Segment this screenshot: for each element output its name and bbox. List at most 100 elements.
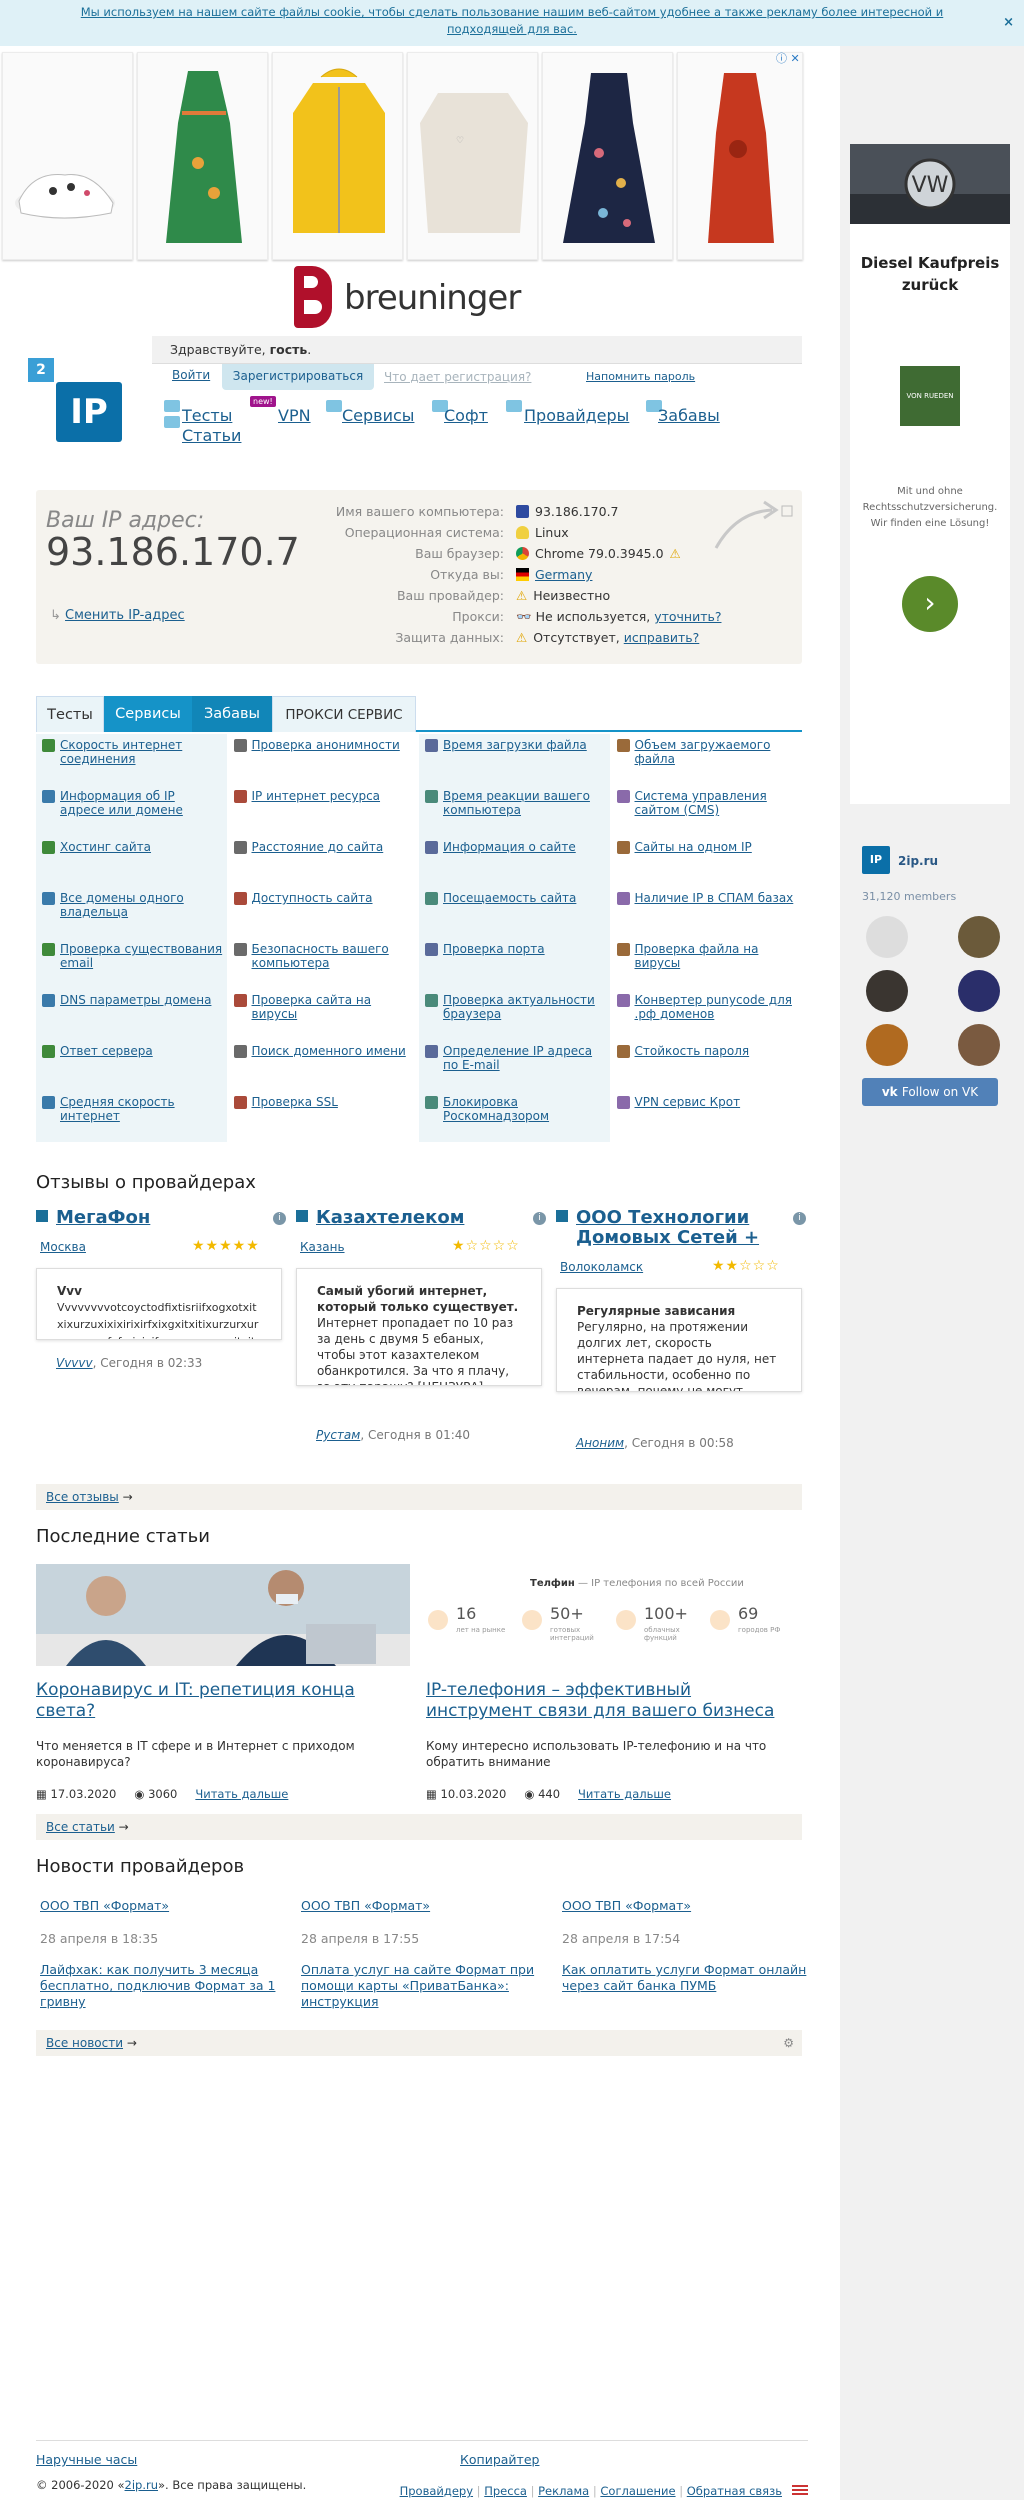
vk-member-avatar[interactable]	[866, 1024, 908, 1066]
nav-services[interactable]: Сервисы	[342, 406, 414, 425]
change-ip[interactable]: ↳ Сменить IP-адрес	[50, 608, 185, 623]
vk-member-avatar[interactable]	[958, 970, 1000, 1012]
provider-city-link[interactable]: Казань	[300, 1240, 345, 1254]
tool-link[interactable]: Проверка порта	[443, 942, 545, 956]
review-bubble[interactable]: Регулярные зависания Регулярно, на протя…	[556, 1288, 802, 1392]
tool-cell[interactable]: Проверка SSL	[227, 1091, 419, 1142]
vk-member-avatar[interactable]	[958, 916, 1000, 958]
tool-link[interactable]: Время загрузки файла	[443, 738, 587, 752]
vk-group-avatar[interactable]: IP	[862, 846, 890, 874]
tool-cell[interactable]: Проверка сайта на вирусы	[227, 989, 419, 1040]
share-arrow-icon[interactable]	[706, 498, 796, 558]
vk-group-name[interactable]: 2ip.ru	[898, 854, 938, 868]
tool-cell[interactable]: Стойкость пароля	[610, 1040, 802, 1091]
ad-product-red-dress[interactable]	[677, 52, 803, 260]
tool-cell[interactable]: Конвертер punycode для .рф доменов	[610, 989, 802, 1040]
tool-link[interactable]: Поиск доменного имени	[252, 1044, 406, 1058]
tool-link[interactable]: Посещаемость сайта	[443, 891, 576, 905]
site-link[interactable]: 2ip.ru	[125, 2478, 158, 2492]
nav-soft[interactable]: Софт	[444, 406, 488, 425]
provider-city-link[interactable]: Волоколамск	[560, 1260, 643, 1274]
register-button[interactable]: Зарегистрироваться	[222, 364, 374, 390]
tool-cell[interactable]: Ответ сервера	[36, 1040, 227, 1091]
settings-icon[interactable]: ⚙	[783, 2030, 794, 2056]
change-ip-link[interactable]: Сменить IP-адрес	[65, 608, 185, 623]
tool-link[interactable]: Сайты на одном IP	[635, 840, 752, 854]
tool-cell[interactable]: Время реакции вашего компьютера	[419, 785, 610, 836]
tool-cell[interactable]: Проверка порта	[419, 938, 610, 989]
tool-cell[interactable]: Определение IP адреса по E-mail	[419, 1040, 610, 1091]
news-provider-link[interactable]: ООО ТВП «Формат»	[301, 1898, 551, 1913]
tool-cell[interactable]: Информация об IP адресе или домене	[36, 785, 227, 836]
article-image-coronavirus[interactable]	[36, 1564, 410, 1666]
tool-link[interactable]: IP интернет ресурса	[252, 789, 381, 803]
tool-cell[interactable]: Безопасность вашего компьютера	[227, 938, 419, 989]
tool-cell[interactable]: Информация о сайте	[419, 836, 610, 887]
all-articles-link[interactable]: Все статьи	[46, 1820, 115, 1834]
tool-cell[interactable]: Проверка анонимности	[227, 734, 419, 785]
tool-link[interactable]: Блокировка Роскомнадзором	[443, 1095, 549, 1123]
login-link[interactable]: Войти	[172, 368, 210, 382]
vk-member-avatar[interactable]	[866, 970, 908, 1012]
info-icon[interactable]: i	[273, 1212, 286, 1225]
tool-link[interactable]: Ответ сервера	[60, 1044, 153, 1058]
tool-cell[interactable]: Поиск доменного имени	[227, 1040, 419, 1091]
tool-cell[interactable]: Проверка файла на вирусы	[610, 938, 802, 989]
tool-cell[interactable]: Наличие IP в СПАМ базах	[610, 887, 802, 938]
site-logo[interactable]: 2 IP	[28, 352, 126, 442]
ad-product-yellow-jacket[interactable]	[272, 52, 403, 260]
nav-vpn[interactable]: VPN	[278, 406, 311, 425]
vk-member-avatar[interactable]	[866, 916, 908, 958]
news-link[interactable]: Как оплатить услуги Формат онлайн через …	[562, 1962, 812, 1994]
read-more-link[interactable]: Читать дальше	[578, 1787, 671, 1801]
read-more-link[interactable]: Читать дальше	[195, 1787, 288, 1801]
tool-link[interactable]: Проверка файла на вирусы	[635, 942, 759, 970]
review-bubble[interactable]: Самый убогий интернет, который только су…	[296, 1268, 542, 1386]
tool-cell[interactable]: DNS параметры домена	[36, 989, 227, 1040]
close-icon[interactable]: ×	[1003, 14, 1014, 31]
ad-product-sneaker[interactable]	[2, 52, 133, 260]
author-link[interactable]: Рустам	[316, 1428, 360, 1442]
tool-cell[interactable]: IP интернет ресурса	[227, 785, 419, 836]
tool-cell[interactable]: Расстояние до сайта	[227, 836, 419, 887]
tool-cell[interactable]: Все домены одного владельца	[36, 887, 227, 938]
tool-cell[interactable]: Время загрузки файла	[419, 734, 610, 785]
tool-link[interactable]: Скорость интернет соединения	[60, 738, 182, 766]
why-register-link[interactable]: Что дает регистрация?	[384, 370, 531, 384]
tool-link[interactable]: VPN сервис Крот	[635, 1095, 741, 1109]
info-icon[interactable]: i	[793, 1212, 806, 1225]
tool-cell[interactable]: Хостинг сайта	[36, 836, 227, 887]
info-icon[interactable]: i	[533, 1212, 546, 1225]
tab-proxy-service[interactable]: ПРОКСИ СЕРВИС	[272, 696, 416, 732]
tool-link[interactable]: Конвертер punycode для .рф доменов	[635, 993, 792, 1021]
flag-usa-icon[interactable]	[792, 2485, 808, 2496]
tool-cell[interactable]: Блокировка Роскомнадзором	[419, 1091, 610, 1142]
tool-cell[interactable]: Система управления сайтом (CMS)	[610, 785, 802, 836]
tool-cell[interactable]: Доступность сайта	[227, 887, 419, 938]
tool-link[interactable]: Хостинг сайта	[60, 840, 151, 854]
tool-link[interactable]: Объем загружаемого файла	[635, 738, 771, 766]
article-title-link[interactable]: IP-телефония – эффективный инструмент св…	[426, 1680, 774, 1721]
tab-tests[interactable]: Тесты	[36, 696, 104, 732]
nav-fun[interactable]: Забавы	[658, 406, 720, 425]
author-link[interactable]: Vvvvv	[56, 1356, 93, 1370]
provider-name-link[interactable]: МегаФон	[56, 1208, 150, 1228]
tool-link[interactable]: Стойкость пароля	[635, 1044, 750, 1058]
tool-cell[interactable]: Скорость интернет соединения	[36, 734, 227, 785]
provider-city-link[interactable]: Москва	[40, 1240, 86, 1254]
tool-link[interactable]: Все домены одного владельца	[60, 891, 184, 919]
provider-name-link[interactable]: ООО Технологии Домовых Сетей +	[576, 1208, 776, 1248]
remind-password-link[interactable]: Напомнить пароль	[586, 370, 695, 383]
article-title-link[interactable]: Коронавирус и IT: репетиция конца света?	[36, 1680, 355, 1721]
cookie-text[interactable]: Мы используем на нашем сайте файлы cooki…	[81, 5, 944, 36]
protection-fix-link[interactable]: исправить?	[624, 630, 700, 645]
news-link[interactable]: Лайфхак: как получить 3 месяца бесплатно…	[40, 1962, 290, 2010]
tool-link[interactable]: Расстояние до сайта	[252, 840, 384, 854]
footer-link[interactable]: Реклама	[538, 2484, 589, 2498]
tool-link[interactable]: DNS параметры домена	[60, 993, 211, 1007]
tool-link[interactable]: Средняя скорость интернет	[60, 1095, 175, 1123]
tab-services[interactable]: Сервисы	[104, 696, 192, 732]
tool-link[interactable]: Безопасность вашего компьютера	[252, 942, 389, 970]
tool-link[interactable]: Проверка актуальности браузера	[443, 993, 595, 1021]
tool-link[interactable]: Определение IP адреса по E-mail	[443, 1044, 592, 1072]
